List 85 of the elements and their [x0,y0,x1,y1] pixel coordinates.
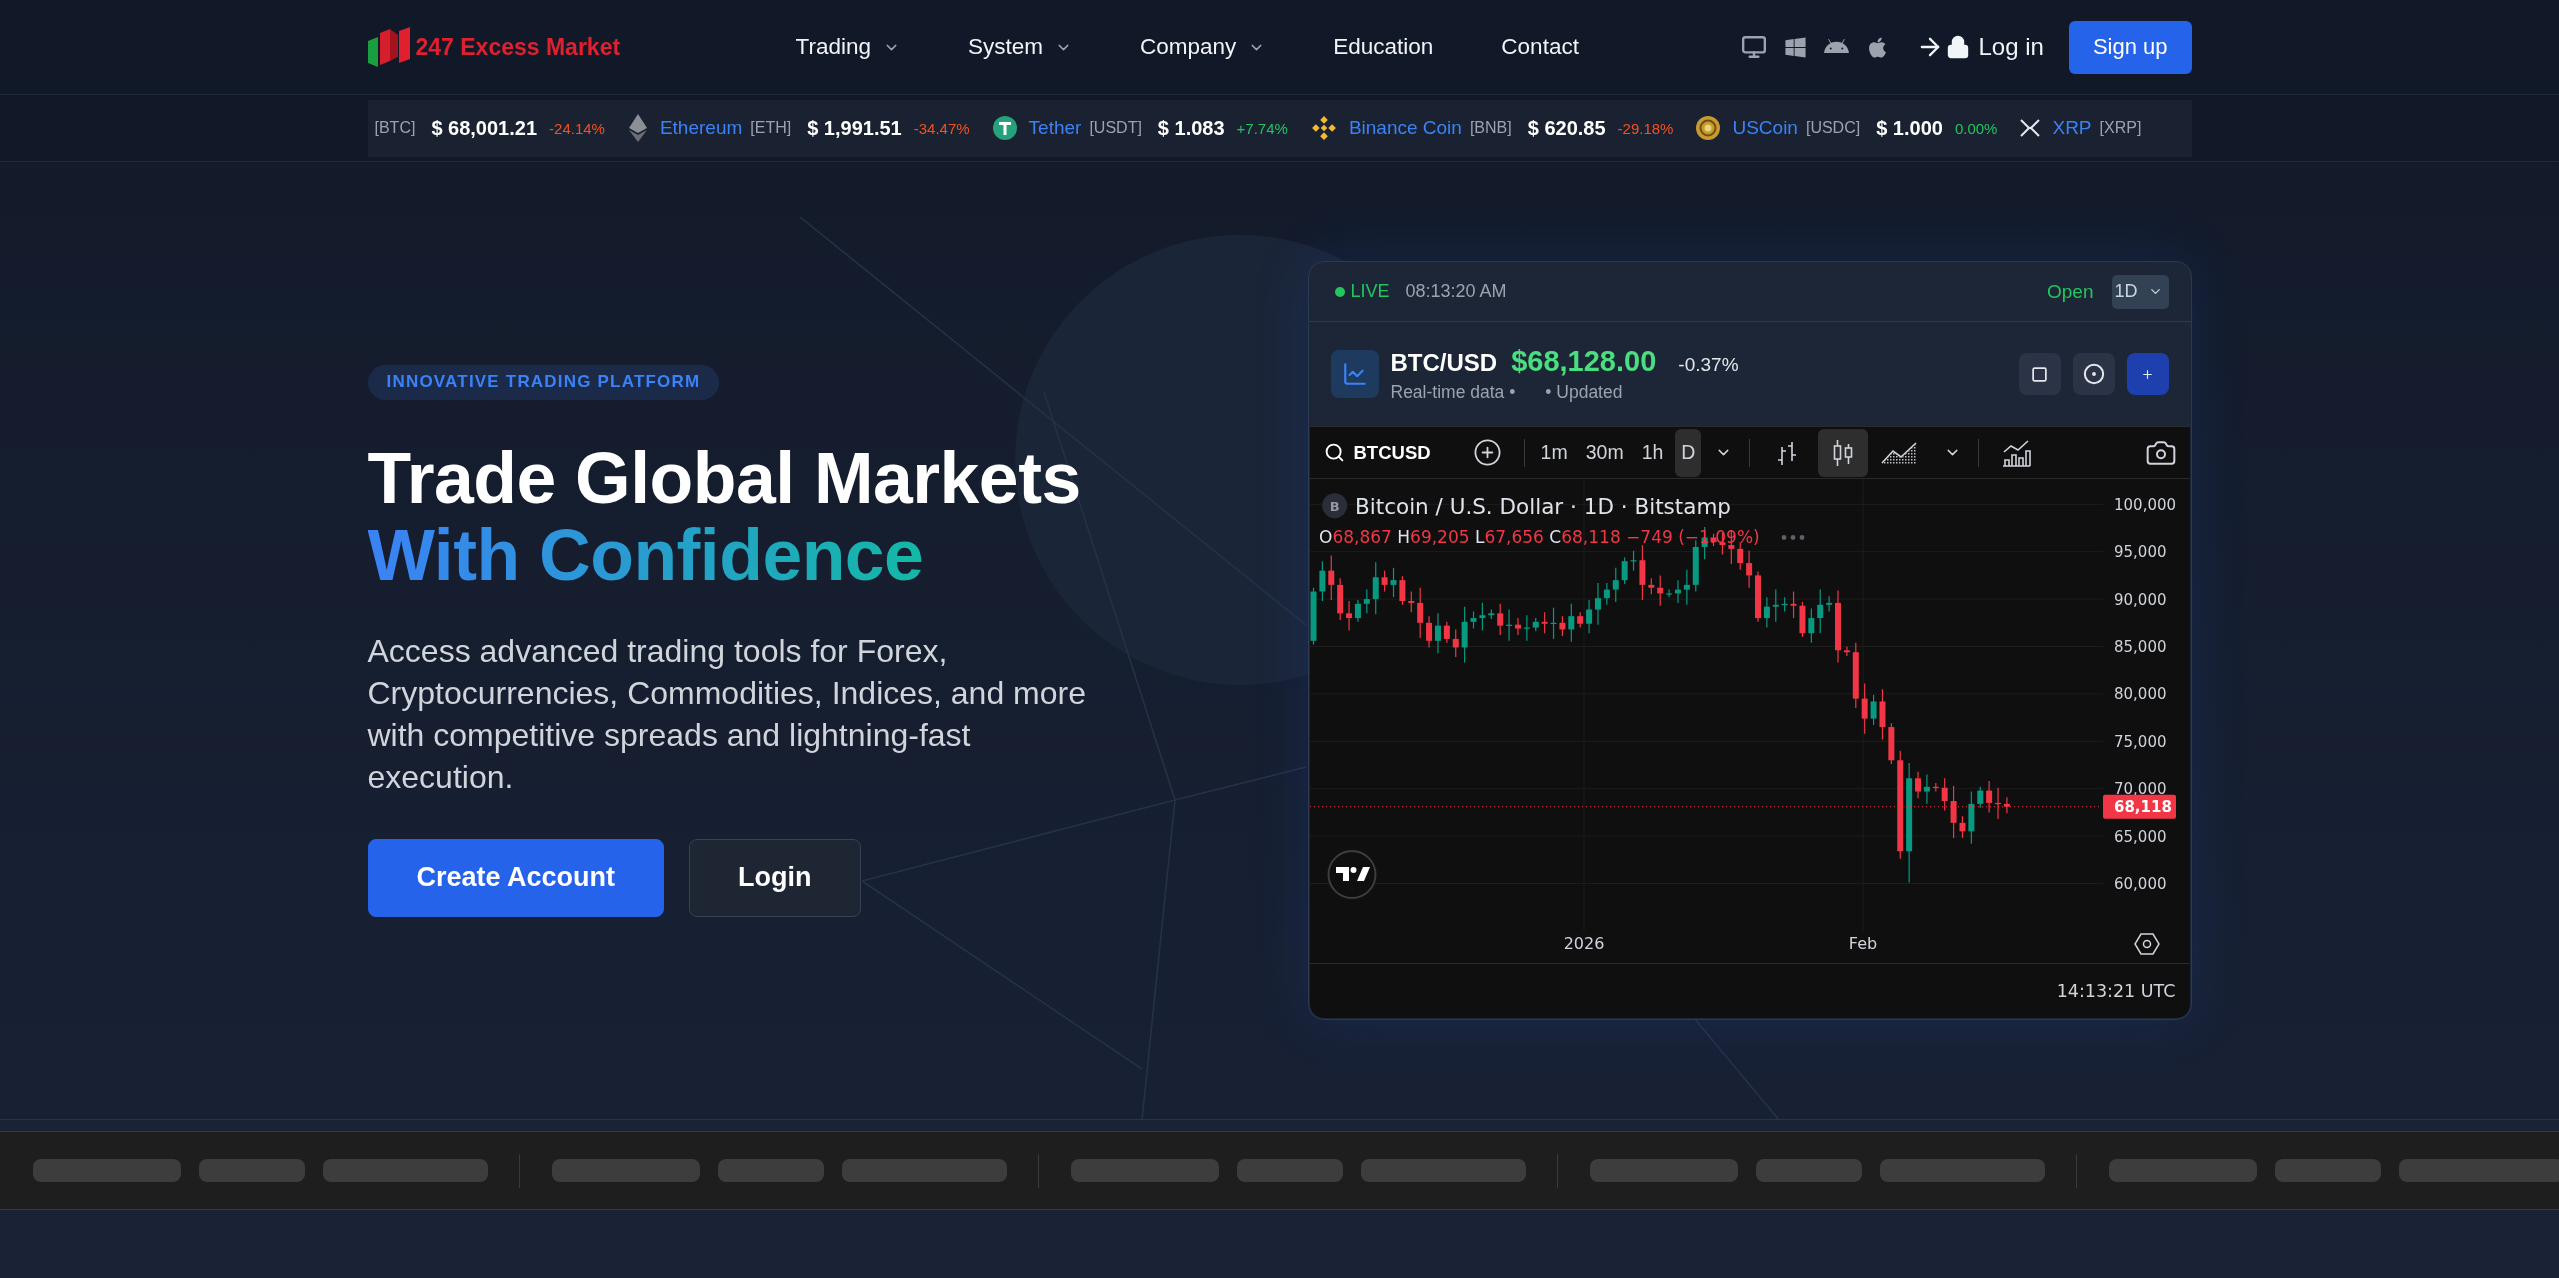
target-icon [2082,363,2105,385]
diamond-grid-icon [1310,115,1337,141]
hero-description: Access advanced trading tools for Forex, Cryptocurrencies, Commodities, Indices, and more with competitive spreads and lightning-fast execution. [367,631,1087,797]
logo-icon[interactable] [367,26,412,68]
search-icon [1323,442,1345,463]
coin-price: $ 1.000 [1876,116,1943,140]
diamond-icon [627,114,648,142]
square-icon [2031,365,2048,383]
price-change: -24.14% [549,119,605,137]
coin-price: $ 1,991.51 [807,116,902,140]
coin-name[interactable]: Ethereum [659,117,743,139]
signup-button[interactable]: Sign up [2068,20,2192,74]
utc-clock: 14:13:21 UTC [2056,981,2176,1001]
logo-text[interactable]: 247 Excess Market [415,33,621,61]
price-axis-label: 85,000 [2113,638,2166,656]
more-icon[interactable] [1781,535,1804,540]
interval-button[interactable]: 1m [1534,428,1574,477]
price-value: $68,128.00 [1511,345,1657,378]
coin-symbol: [USDT] [1089,119,1142,137]
time-axis-label: 2026 [1563,934,1604,953]
coin-price: $ 1.083 [1157,116,1225,140]
area-chart-icon [1881,440,1918,465]
chart-style-button[interactable] [1818,428,1869,477]
coin-name[interactable]: Binance Coin [1348,117,1462,139]
nav-item[interactable]: Contact [1501,34,1579,60]
price-axis-label: 60,000 [2113,875,2166,893]
interval-button[interactable]: 30m [1579,428,1630,477]
symbol-logo: B [1321,493,1347,519]
coin-name[interactable]: USCoin [1732,117,1798,139]
price-change: 0.00% [1954,119,1998,137]
interval-select[interactable]: 1D [2112,274,2169,309]
coin-price: $ 620.85 [1527,116,1606,140]
price-axis-label: 95,000 [2113,543,2166,562]
coin-symbol: [BNB] [1469,119,1512,137]
login-button[interactable]: Login [689,838,861,917]
coin-name[interactable]: Tether [1028,117,1082,139]
price-axis-label: 80,000 [2113,685,2166,704]
create-account-button[interactable]: Create Account [367,838,665,917]
tagline-badge: INNOVATIVE TRADING PLATFORM [367,364,720,400]
lock-icon [1946,35,1971,59]
coin-price: $ 68,001.21 [431,116,538,140]
coin-symbol: [USDC] [1805,119,1861,137]
chart-title: Bitcoin / U.S. Dollar · 1D · Bitstamp [1354,494,1731,519]
nav-item[interactable]: Company [1140,34,1266,60]
price-axis-label: 75,000 [2113,732,2166,751]
last-price-tag: 68,118 [2102,794,2176,819]
interval-button[interactable]: 1h [1635,428,1670,477]
market-status: Open [2047,280,2094,303]
live-time: 08:13:20 AM [1405,281,1507,302]
price-change: -34.47% [913,119,970,137]
chart-logo-icon [1327,850,1376,899]
price-axis-label: 65,000 [2113,827,2166,846]
plus-circle-icon[interactable] [1472,438,1502,467]
price-change: +7.74% [1236,119,1288,137]
windows-logo-icon[interactable] [1784,35,1808,59]
coin-symbol: [BTC] [374,119,416,137]
coin-symbol: [ETH] [750,119,792,137]
price-axis-label: 90,000 [2113,590,2166,609]
interval-button[interactable]: D [1675,428,1702,477]
coin-name[interactable]: XRP [2052,117,2092,139]
coin-symbol: [XRP] [2099,119,2142,137]
monitor-icon[interactable] [1741,34,1768,60]
nav-item[interactable]: Education [1333,34,1434,60]
live-label: LIVE [1350,281,1390,302]
price-change: -29.18% [1617,119,1674,137]
symbol-name: BTC/USD [1390,349,1498,377]
data-status-text: • Updated [1545,382,1623,403]
cross-icon [2020,119,2041,137]
login-link[interactable]: Log in [1916,33,2044,61]
bar-trend-icon[interactable] [2001,438,2032,467]
target-button[interactable] [2072,353,2115,395]
coin-icon [992,116,1017,140]
symbol-search-button[interactable]: BTCUSD [1309,441,1431,464]
settings-icon[interactable] [2133,933,2160,955]
price-change: -0.37% [1678,354,1739,376]
data-status-text: Real-time data • [1390,382,1516,403]
nav-item[interactable]: System [967,34,1072,60]
square-button[interactable] [2018,353,2061,395]
time-axis-label: Feb [1848,934,1877,953]
plus-icon [2141,367,2154,381]
price-axis-label: 100,000 [2113,495,2176,514]
coin-icon [1696,116,1721,140]
status-dot-icon [1334,286,1345,297]
nav-item[interactable]: Trading [795,34,900,60]
hero-title: Trade Global Markets [367,439,1081,517]
